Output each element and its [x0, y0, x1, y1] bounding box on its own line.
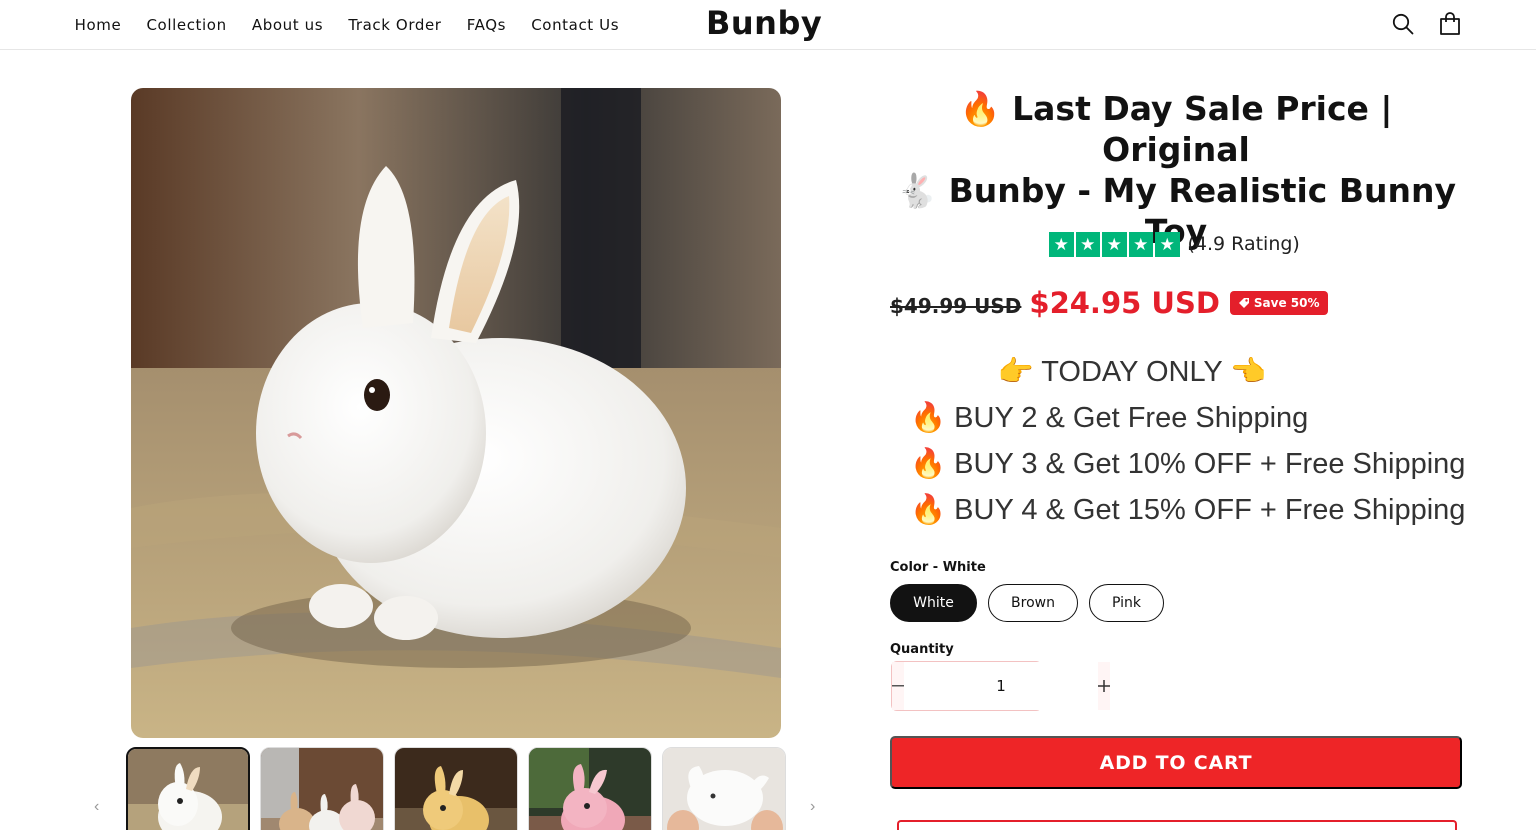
color-option-brown[interactable]: Brown: [988, 584, 1078, 622]
thumbnail-three-bunnies[interactable]: [260, 747, 384, 830]
star-icon: ★: [1075, 232, 1100, 257]
star-icon: ★: [1155, 232, 1180, 257]
promo-line-buy-4: 🔥 BUY 4 & Get 15% OFF + Free Shipping: [910, 494, 1466, 526]
promo-block: 👉 TODAY ONLY 👈 🔥 BUY 2 & Get Free Shippi…: [900, 352, 1465, 526]
quantity-stepper: [891, 661, 1110, 711]
tag-icon: [1238, 298, 1249, 308]
product-title: 🔥 Last Day Sale Price | Original 🐇 Bunby…: [890, 88, 1462, 252]
rating-text: (4.9 Rating): [1187, 233, 1300, 256]
product-main-image[interactable]: [131, 88, 781, 738]
nav-faqs[interactable]: FAQs: [454, 16, 518, 34]
promo-line-buy-2: 🔥 BUY 2 & Get Free Shipping: [910, 402, 1309, 434]
product-rating: ★ ★ ★ ★ ★ (4.9 Rating): [1049, 232, 1300, 257]
promo-today-only: 👉 TODAY ONLY 👈: [997, 356, 1267, 388]
quantity-decrease-minus-icon[interactable]: [892, 662, 904, 710]
price-row: $49.99 USD $24.95 USD Save 50%: [890, 286, 1328, 320]
color-option-white[interactable]: White: [890, 584, 977, 622]
thumbnail-pink-bunny[interactable]: [528, 747, 652, 830]
gallery-next-chevron-right-icon[interactable]: ›: [810, 798, 815, 816]
gallery-prev-chevron-left-icon[interactable]: ‹: [94, 798, 99, 816]
nav-contact-us[interactable]: Contact Us: [519, 16, 632, 34]
add-to-cart-button[interactable]: ADD TO CART: [890, 736, 1462, 789]
rating-stars: ★ ★ ★ ★ ★: [1049, 232, 1180, 257]
color-options: White Brown Pink: [890, 584, 1164, 622]
thumbnail-strip: [126, 747, 786, 830]
nav-collection[interactable]: Collection: [134, 16, 239, 34]
star-icon: ★: [1049, 232, 1074, 257]
product-title-line-1: 🔥 Last Day Sale Price | Original: [959, 89, 1393, 169]
quantity-label: Quantity: [890, 642, 954, 657]
save-badge: Save 50%: [1229, 291, 1328, 315]
search-icon[interactable]: [1390, 11, 1416, 37]
nav-about-us[interactable]: About us: [239, 16, 335, 34]
color-option-pink[interactable]: Pink: [1089, 584, 1164, 622]
promo-line-buy-3: 🔥 BUY 3 & Get 10% OFF + Free Shipping: [910, 448, 1466, 480]
buy-now-button-partial[interactable]: [897, 820, 1457, 830]
save-badge-text: Save 50%: [1253, 296, 1320, 310]
site-header: Home Collection About us Track Order FAQ…: [0, 0, 1536, 50]
site-logo[interactable]: Bunby: [706, 4, 822, 42]
nav-track-order[interactable]: Track Order: [336, 16, 454, 34]
star-icon: ★: [1128, 232, 1153, 257]
nav-home[interactable]: Home: [62, 16, 134, 34]
quantity-input[interactable]: [904, 662, 1098, 710]
color-label: Color - White: [890, 560, 986, 575]
shopping-bag-icon[interactable]: [1437, 11, 1463, 37]
star-icon: ★: [1102, 232, 1127, 257]
quantity-increase-plus-icon[interactable]: [1098, 662, 1110, 710]
thumbnail-bunny-in-hands[interactable]: [662, 747, 786, 830]
product-title-line-2: 🐇 Bunby - My Realistic Bunny: [896, 171, 1456, 210]
main-nav: Home Collection About us Track Order FAQ…: [62, 0, 632, 50]
sale-price: $24.95 USD: [1029, 286, 1220, 320]
compare-at-price: $49.99 USD: [890, 294, 1022, 318]
thumbnail-yellow-bunny[interactable]: [394, 747, 518, 830]
thumbnail-white-bunny[interactable]: [126, 747, 250, 830]
